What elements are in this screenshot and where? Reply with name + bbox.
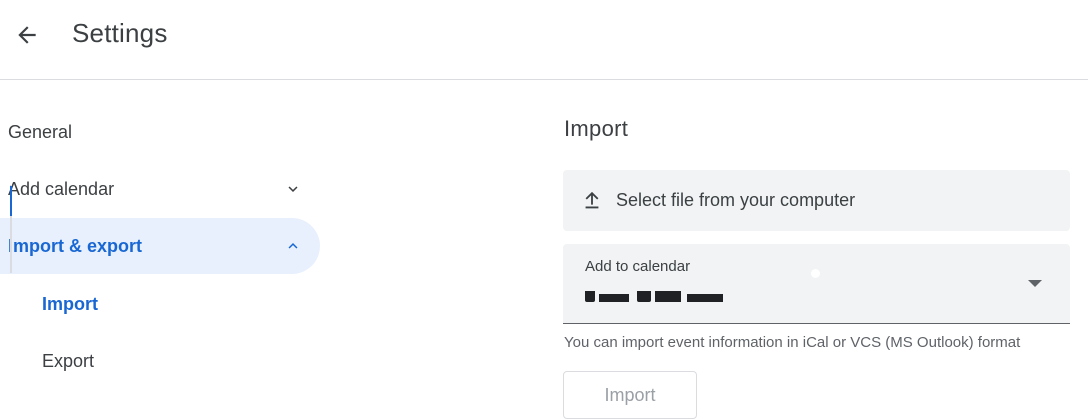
subnav-active-indicator (10, 186, 12, 216)
upload-icon (581, 190, 603, 212)
sidebar-subitem-export[interactable]: Export (10, 333, 310, 389)
back-button[interactable] (10, 18, 44, 52)
sidebar-subitem-label: Import (42, 293, 98, 314)
sidebar-item-import-export[interactable]: Import & export (0, 218, 320, 274)
chevron-up-icon (284, 237, 302, 255)
sidebar-item-general[interactable]: General (0, 104, 320, 160)
sidebar-item-label: General (8, 121, 73, 142)
calendar-dropdown[interactable]: Add to calendar (563, 244, 1070, 324)
sidebar-item-add-calendar[interactable]: Add calendar (0, 161, 320, 217)
select-file-button[interactable]: Select file from your computer (563, 170, 1070, 231)
page-title: Settings (72, 18, 168, 48)
header: Settings (0, 0, 1088, 80)
sidebar-subitem-label: Export (42, 350, 95, 371)
import-help-text: You can import event information in iCal… (564, 334, 1021, 351)
redacted-calendar-name (583, 282, 731, 302)
section-title: Import (564, 116, 629, 141)
calendar-dropdown-label: Add to calendar (585, 258, 691, 275)
sidebar-subitem-import[interactable]: Import (10, 276, 310, 332)
sidebar-item-label: Add calendar (8, 178, 115, 199)
dropdown-arrow-icon (1028, 280, 1042, 287)
chevron-down-icon (284, 180, 302, 198)
sidebar-item-label: Import & export (8, 235, 143, 256)
redaction-dot (811, 269, 820, 278)
arrow-back-icon (18, 26, 36, 44)
select-file-label: Select file from your computer (616, 190, 856, 210)
